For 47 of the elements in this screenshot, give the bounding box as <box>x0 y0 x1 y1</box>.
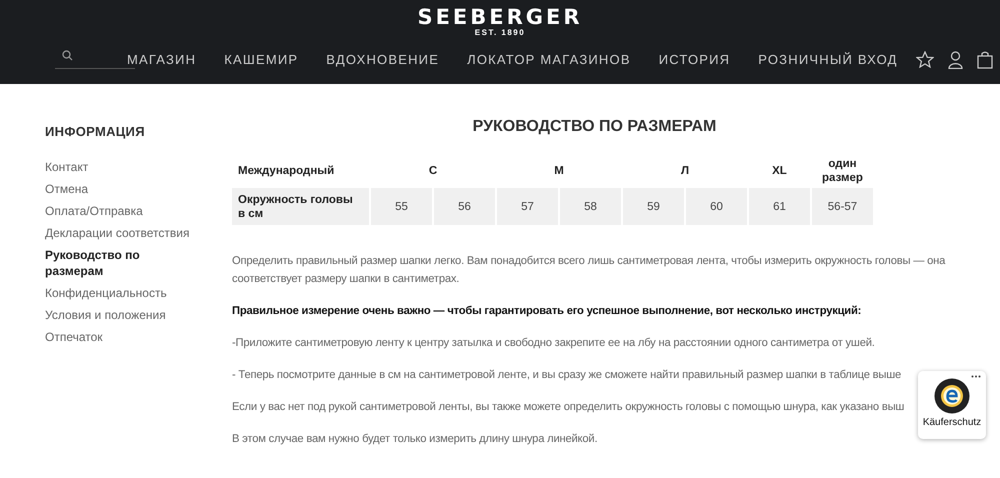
table-cell: 57 <box>497 188 558 225</box>
seal-icon <box>934 378 970 414</box>
badge-label: Käuferschutz <box>922 417 982 428</box>
column-header: XL <box>771 164 788 179</box>
trust-badge[interactable]: Käuferschutz <box>918 371 986 439</box>
table-cell: 59 <box>623 188 684 225</box>
column-header: Л <box>680 164 690 179</box>
column-header: один размер <box>821 157 864 186</box>
column-header: С <box>428 164 438 179</box>
sidebar-link[interactable]: Конфиденциальность <box>45 285 195 301</box>
more-icon[interactable] <box>971 375 981 378</box>
nav-link[interactable]: ВДОХНОВЕНИЕ <box>326 52 440 67</box>
sidebar-link[interactable]: Контакт <box>45 159 195 175</box>
sidebar-link[interactable]: Отпечаток <box>45 329 195 345</box>
table-cell: 61 <box>749 188 810 225</box>
nav-link[interactable]: РОЗНИЧНЫЙ ВХОД <box>758 52 898 67</box>
paragraph: В этом случае вам нужно будет только измерить длину шнура линейкой. <box>232 432 598 447</box>
column-header: Международный <box>237 164 336 179</box>
table-cell: 55 <box>371 188 432 225</box>
table-cell: 56-57 <box>812 188 873 225</box>
brand-logo[interactable]: SEEBERGER <box>417 6 583 28</box>
paragraph: Определить правильный размер шапки легко. Вам понадобится всего лишь сантиметровая лента, чтобы измерить окружность головы — она соответствует размеру шапки в сантиметрах. <box>232 254 946 287</box>
brand-tagline: EST. 1890 <box>474 28 526 38</box>
sidebar-link[interactable]: Отмена <box>45 181 195 197</box>
table-cell: 58 <box>560 188 621 225</box>
paragraph: - Теперь посмотрите данные в см на сантиметровой ленте, и вы сразу же сможете найти правильный размер шапки в таблице выше <box>232 368 902 383</box>
paragraph: Если у вас нет под рукой сантиметровой ленты, вы также можете определить окружность головы с помощью шнура, как указано выш <box>232 400 906 415</box>
table-cell: 56 <box>434 188 495 225</box>
nav-link[interactable]: ИСТОРИЯ <box>658 52 730 67</box>
sidebar-title: ИНФОРМАЦИЯ <box>45 124 146 139</box>
table-cell: 60 <box>686 188 747 225</box>
row-header: Окружность головы в см <box>232 188 369 225</box>
sidebar-link[interactable]: Руководство по размерам <box>45 247 155 279</box>
nav-link[interactable]: МАГАЗИН <box>127 52 196 67</box>
sidebar-link[interactable]: Условия и положения <box>45 307 195 323</box>
page-title: РУКОВОДСТВО ПО РАЗМЕРАМ <box>472 118 718 136</box>
user-icon[interactable] <box>948 50 963 68</box>
shopping-bag-icon[interactable] <box>976 50 993 68</box>
paragraph: -Приложите сантиметровую ленту к центру затылка и свободно закрепите ее на лбу на расстоянии одного сантиметра от ушей. <box>232 336 876 351</box>
sidebar-link[interactable]: Оплата/Отправка <box>45 203 195 219</box>
star-icon[interactable] <box>916 51 934 68</box>
paragraph: Правильное измерение очень важно — чтобы гарантировать его успешное выполнение, вот несколько инструкций: <box>232 304 862 319</box>
nav-link[interactable]: ЛОКАТОР МАГАЗИНОВ <box>467 52 631 67</box>
search-icon <box>62 50 73 61</box>
nav-link[interactable]: КАШЕМИР <box>224 52 298 67</box>
column-header: М <box>553 164 565 179</box>
sidebar-link[interactable]: Декларации соответствия <box>45 225 195 241</box>
